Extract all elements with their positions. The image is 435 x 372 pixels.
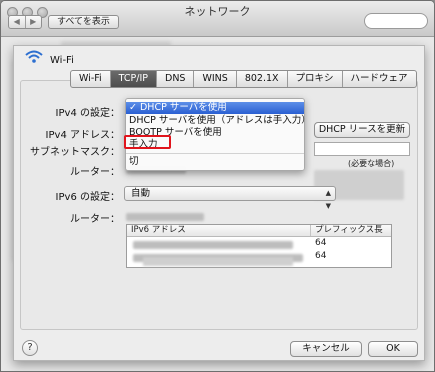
column-header-ipv6-address: IPv6 アドレス xyxy=(127,225,311,236)
search-field[interactable] xyxy=(364,13,428,29)
menu-item-dhcp[interactable]: ✓ DHCP サーバを使用 xyxy=(126,102,304,114)
tab-8021x[interactable]: 802.1X xyxy=(237,71,288,87)
table-row-prefix: 64 xyxy=(315,251,327,261)
ipv6-config-value: 自動 xyxy=(131,188,151,199)
ipv6-router-label: ルーター： xyxy=(70,214,120,225)
client-id-note: (必要な場合) xyxy=(348,159,395,168)
ipv4-address-label: IPv4 アドレス： xyxy=(45,130,120,141)
cancel-button[interactable]: キャンセル xyxy=(290,341,362,357)
column-header-prefix-length: プレフィックス長 xyxy=(315,225,383,235)
menu-item-dhcp-manual-address[interactable]: DHCP サーバを使用（アドレスは手入力） xyxy=(126,115,311,127)
show-all-button[interactable]: すべてを表示 xyxy=(48,15,119,29)
nav-buttons: ◀ ▶ xyxy=(8,15,42,29)
title-bar: ネットワーク ◀ ▶ すべてを表示 xyxy=(1,1,434,37)
forward-button[interactable]: ▶ xyxy=(24,16,42,28)
tab-hardware[interactable]: ハードウェア xyxy=(343,71,416,87)
table-header: IPv6 アドレス プレフィックス長 xyxy=(127,225,391,237)
ipv4-config-label: IPv4 の設定： xyxy=(55,108,120,119)
popup-arrows-icon: ▲ ▼ xyxy=(325,189,331,210)
menu-separator xyxy=(126,153,304,154)
dhcp-client-id-field[interactable] xyxy=(314,142,410,156)
tab-wins[interactable]: WINS xyxy=(194,71,237,87)
tab-proxy[interactable]: プロキシ xyxy=(288,71,343,87)
tab-tcpip[interactable]: TCP/IP xyxy=(110,71,158,87)
back-button[interactable]: ◀ xyxy=(9,16,25,28)
wifi-icon xyxy=(25,50,43,63)
background-checkbox-blurred xyxy=(143,257,293,266)
tab-wifi[interactable]: Wi-Fi xyxy=(71,71,111,87)
annotation-highlight-box xyxy=(124,135,171,149)
table-row-prefix: 64 xyxy=(315,238,327,248)
ipv6-config-label: IPv6 の設定： xyxy=(55,192,120,203)
dhcp-renew-button[interactable]: DHCP リースを更新 xyxy=(314,122,410,138)
table-row-address-blurred xyxy=(133,241,293,249)
tab-bar: Wi-Fi TCP/IP DNS WINS 802.1X プロキシ ハードウェア xyxy=(70,70,417,88)
ok-button[interactable]: OK xyxy=(368,341,418,357)
advanced-settings-sheet: Wi-Fi Wi-Fi TCP/IP DNS WINS 802.1X プロキシ … xyxy=(13,45,425,361)
network-preferences-window: ネットワーク ◀ ▶ すべてを表示 Wi-Fi Wi-Fi TCP/IP DNS… xyxy=(0,0,435,372)
ipv6-router-value-blurred xyxy=(126,213,204,221)
interface-name: Wi-Fi xyxy=(50,55,74,66)
help-button[interactable]: ? xyxy=(22,340,38,356)
tab-dns[interactable]: DNS xyxy=(157,71,195,87)
menu-item-off[interactable]: 切 xyxy=(126,156,304,168)
router-label: ルーター： xyxy=(70,167,120,178)
subnet-mask-label: サブネットマスク： xyxy=(30,147,120,158)
ipv6-config-popup[interactable]: 自動 ▲ ▼ xyxy=(124,186,336,210)
